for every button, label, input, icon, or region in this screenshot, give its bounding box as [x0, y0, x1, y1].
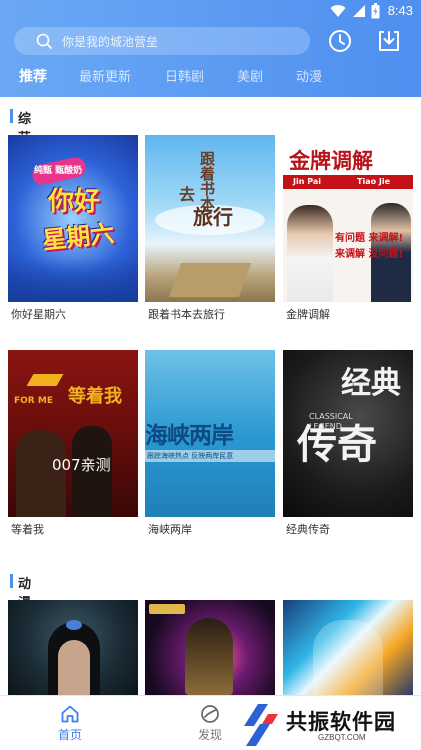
status-time: 8:43 [387, 3, 413, 18]
video-card[interactable]: 跟着书本 去 旅行 跟着书本去旅行 [145, 135, 275, 328]
poster-image [283, 600, 413, 695]
card-caption: 海峡两岸 [148, 523, 192, 536]
poster-text: Tiao Jie [357, 177, 391, 186]
poster-badge: 纯甄 甄酸奶 [34, 166, 83, 176]
video-card[interactable]: 海峡两岸 跟踪海峡热点 反映两岸民意 海峡两岸 [145, 350, 275, 555]
video-card[interactable]: 经典 传奇 CLASSICAL LEGEND 经典传奇 [283, 350, 413, 555]
tab-us-drama[interactable]: 美剧 [237, 66, 263, 85]
video-card[interactable]: 金牌调解 Jin Pai Tiao Jie 有问题 来调解! 来调解 没问题! … [283, 135, 413, 328]
search-icon [36, 33, 52, 49]
nav-discover-label: 发现 [197, 728, 222, 742]
content-area: 综艺 纯甄 甄酸奶 你好 星期六 你好星期六 跟着书本 去 旅行 跟着书本去旅行… [0, 97, 421, 695]
card-caption: 你好星期六 [11, 308, 66, 321]
home-icon [61, 705, 79, 723]
poster-subtitle: 星期六 [40, 219, 116, 255]
poster-title: 等着我 [68, 386, 122, 407]
card-caption: 金牌调解 [286, 308, 330, 321]
section-marker [10, 109, 13, 123]
nav-discover[interactable]: 发现 [180, 696, 240, 750]
video-card[interactable] [283, 600, 413, 695]
watermark-url: GZBQT.COM [318, 733, 366, 742]
site-watermark: 共振软件园 GZBQT.COM [244, 700, 421, 750]
discover-icon [201, 705, 219, 723]
card-caption: 等着我 [11, 523, 44, 536]
search-placeholder: 你是我的城池营垒 [62, 35, 159, 49]
tab-recommend[interactable]: 推荐 [19, 66, 47, 86]
poster-title: 金牌调解 [289, 149, 373, 173]
tab-latest[interactable]: 最新更新 [79, 66, 131, 85]
category-tabs: 推荐 最新更新 日韩剧 美剧 动漫 [0, 66, 421, 86]
poster-image: 经典 传奇 CLASSICAL LEGEND [283, 350, 413, 517]
history-icon[interactable] [328, 29, 352, 53]
poster-image: 海峡两岸 跟踪海峡热点 反映两岸民意 [145, 350, 275, 517]
nav-home-label: 首页 [57, 728, 82, 742]
video-card[interactable]: 纯甄 甄酸奶 你好 星期六 你好星期六 [8, 135, 138, 328]
poster-subtitle: 跟踪海峡热点 反映两岸民意 [147, 452, 234, 460]
poster-slogan: 来调解 没问题! [335, 249, 404, 260]
wifi-icon [330, 5, 346, 18]
poster-en-title: LEGEND [309, 422, 342, 431]
poster-image: 纯甄 甄酸奶 你好 星期六 [8, 135, 138, 302]
video-card[interactable]: 等着我 FOR ME 007亲测 等着我 [8, 350, 138, 555]
section-marker [10, 574, 13, 588]
poster-slogan: 有问题 来调解! [335, 233, 404, 244]
poster-subtitle: FOR ME [14, 396, 53, 406]
card-caption: 经典传奇 [286, 523, 330, 536]
poster-image: 跟着书本 去 旅行 [145, 135, 275, 302]
poster-text: Jin Pai [293, 177, 321, 186]
watermark-logo-icon [244, 704, 278, 746]
search-input[interactable]: 你是我的城池营垒 [14, 27, 310, 55]
watermark-text: 共振软件园 [286, 710, 396, 734]
poster-en-title: CLASSICAL [309, 412, 353, 421]
poster-title: 你好 [48, 187, 101, 217]
header: 8:43 你是我的城池营垒 推荐 最新更新 日韩剧 美剧 动漫 [0, 0, 421, 97]
poster-image [8, 600, 138, 695]
poster-title: 海峡两岸 [145, 423, 234, 449]
poster-image [145, 600, 275, 695]
poster-overlay-text: 007亲测 [52, 456, 111, 474]
nav-home[interactable]: 首页 [40, 696, 100, 750]
signal-icon [353, 5, 365, 17]
download-icon[interactable] [377, 29, 401, 53]
status-bar: 8:43 [0, 0, 421, 24]
poster-image: 金牌调解 Jin Pai Tiao Jie 有问题 来调解! 来调解 没问题! [283, 135, 413, 302]
video-card[interactable] [8, 600, 138, 695]
poster-title: 经典 [341, 366, 401, 401]
tab-anime[interactable]: 动漫 [296, 66, 322, 85]
battery-icon [371, 3, 380, 19]
poster-image: 等着我 FOR ME 007亲测 [8, 350, 138, 517]
tab-jk-drama[interactable]: 日韩剧 [165, 66, 204, 85]
poster-subtitle: 旅行 [193, 205, 233, 229]
card-caption: 跟着书本去旅行 [148, 308, 225, 321]
video-card[interactable] [145, 600, 275, 695]
